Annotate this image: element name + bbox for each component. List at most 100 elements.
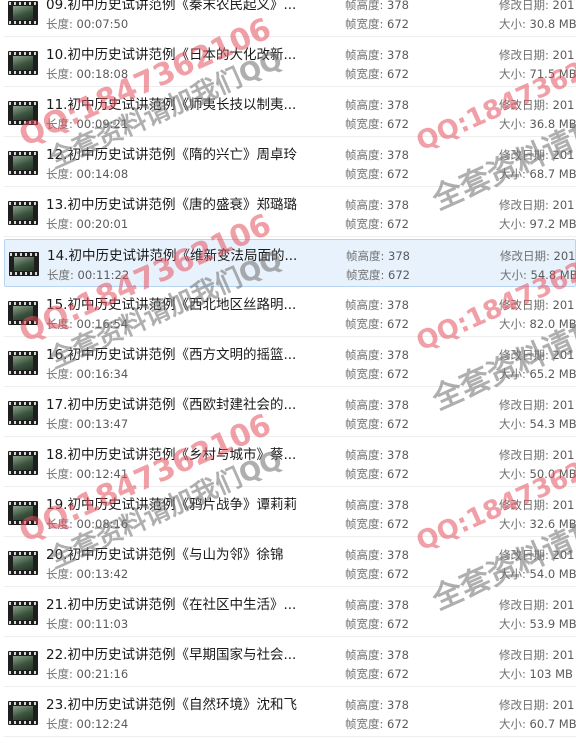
modified-label: 修改日期: bbox=[499, 448, 549, 462]
length-label: 长度: bbox=[46, 617, 73, 631]
file-list: 09.初中历史试讲范例《秦末农民起义》... 长度: 00:07:50 帧高度:… bbox=[0, 0, 576, 743]
length-label: 长度: bbox=[46, 367, 73, 381]
file-row[interactable]: 21.初中历史试讲范例《在社区中生活》... 长度: 00:11:03 帧高度:… bbox=[4, 589, 576, 637]
modified-value: 201 bbox=[552, 398, 575, 412]
modified-value: 201 bbox=[552, 0, 575, 12]
file-size: 大小: 36.8 MB bbox=[499, 116, 576, 132]
file-frame-height: 帧高度: 378 bbox=[346, 248, 410, 264]
file-frame-height: 帧高度: 378 bbox=[345, 347, 409, 363]
frame-height-label: 帧高度: bbox=[345, 598, 384, 612]
modified-label: 修改日期: bbox=[500, 249, 550, 263]
frame-height-label: 帧高度: bbox=[345, 448, 384, 462]
frame-width-label: 帧宽度: bbox=[345, 367, 384, 381]
file-modified: 修改日期: 201 bbox=[499, 397, 576, 413]
file-frame-height: 帧高度: 378 bbox=[345, 297, 409, 313]
file-frame-width: 帧宽度: 672 bbox=[345, 616, 409, 632]
file-modified: 修改日期: 201 bbox=[499, 347, 576, 363]
file-frame-width: 帧宽度: 672 bbox=[345, 366, 409, 382]
modified-label: 修改日期: bbox=[499, 598, 549, 612]
file-row[interactable]: 19.初中历史试讲范例《鸦片战争》谭莉莉 长度: 00:08:16 帧高度: 3… bbox=[4, 489, 576, 537]
file-row[interactable]: 09.初中历史试讲范例《秦末农民起义》... 长度: 00:07:50 帧高度:… bbox=[4, 0, 576, 37]
file-row[interactable]: 20.初中历史试讲范例《与山为邻》徐锦 长度: 00:13:42 帧高度: 37… bbox=[4, 539, 576, 587]
video-file-icon bbox=[9, 252, 39, 276]
file-modified: 修改日期: 201 bbox=[499, 447, 576, 463]
file-frame-height: 帧高度: 378 bbox=[345, 647, 409, 663]
length-value: 00:07:50 bbox=[76, 17, 129, 31]
length-value: 00:08:16 bbox=[76, 517, 129, 531]
file-size: 大小: 71.5 MB bbox=[499, 66, 576, 82]
file-row[interactable]: 10.初中历史试讲范例《日本的大化改新... 长度: 00:18:08 帧高度:… bbox=[4, 39, 576, 87]
length-label: 长度: bbox=[46, 17, 73, 31]
length-value: 00:13:47 bbox=[76, 417, 129, 431]
modified-value: 201 bbox=[552, 498, 575, 512]
file-frame-width: 帧宽度: 672 bbox=[345, 566, 409, 582]
file-length: 长度: 00:08:16 bbox=[46, 516, 128, 532]
size-label: 大小: bbox=[499, 67, 526, 81]
file-row[interactable]: 17.初中历史试讲范例《西欧封建社会的... 长度: 00:13:47 帧高度:… bbox=[4, 389, 576, 437]
file-size: 大小: 103 MB bbox=[499, 666, 576, 682]
file-name: 17.初中历史试讲范例《西欧封建社会的... bbox=[46, 397, 297, 413]
video-file-icon bbox=[8, 1, 38, 25]
file-row[interactable]: 12.初中历史试讲范例《隋的兴亡》周卓玲 长度: 00:14:08 帧高度: 3… bbox=[4, 139, 576, 187]
file-size: 大小: 54.8 MB bbox=[500, 267, 576, 283]
file-row[interactable]: 16.初中历史试讲范例《西方文明的摇篮... 长度: 00:16:34 帧高度:… bbox=[4, 339, 576, 387]
frame-width-label: 帧宽度: bbox=[346, 268, 385, 282]
frame-width-value: 672 bbox=[387, 117, 409, 131]
file-row[interactable]: 18.初中历史试讲范例《乡村与城市》蔡... 长度: 00:12:41 帧高度:… bbox=[4, 439, 576, 487]
frame-width-label: 帧宽度: bbox=[345, 517, 384, 531]
frame-height-label: 帧高度: bbox=[345, 48, 384, 62]
file-row[interactable]: 14.初中历史试讲范例《维新变法局面的... 长度: 00:11:22 帧高度:… bbox=[4, 239, 576, 287]
file-row[interactable]: 23.初中历史试讲范例《自然环境》沈和飞 长度: 00:12:24 帧高度: 3… bbox=[4, 689, 576, 737]
frame-width-value: 672 bbox=[387, 17, 409, 31]
file-name: 19.初中历史试讲范例《鸦片战争》谭莉莉 bbox=[46, 497, 297, 513]
length-label: 长度: bbox=[46, 567, 73, 581]
length-value: 00:16:54 bbox=[76, 317, 129, 331]
size-value: 68.7 MB bbox=[529, 167, 576, 181]
frame-width-label: 帧宽度: bbox=[345, 167, 384, 181]
file-frame-width: 帧宽度: 672 bbox=[345, 66, 409, 82]
size-label: 大小: bbox=[499, 217, 526, 231]
size-value: 71.5 MB bbox=[529, 67, 576, 81]
modified-value: 201 bbox=[552, 448, 575, 462]
size-value: 54.0 MB bbox=[529, 567, 576, 581]
frame-height-value: 378 bbox=[387, 698, 409, 712]
video-file-icon bbox=[8, 651, 38, 675]
frame-width-value: 672 bbox=[387, 167, 409, 181]
file-frame-height: 帧高度: 378 bbox=[345, 447, 409, 463]
file-row[interactable]: 13.初中历史试讲范例《唐的盛衰》郑璐璐 长度: 00:20:01 帧高度: 3… bbox=[4, 189, 576, 237]
file-modified: 修改日期: 201 bbox=[499, 147, 576, 163]
file-row[interactable]: 11.初中历史试讲范例《师夷长技以制夷... 长度: 00:09:21 帧高度:… bbox=[4, 89, 576, 137]
size-label: 大小: bbox=[499, 467, 526, 481]
frame-width-label: 帧宽度: bbox=[345, 317, 384, 331]
video-file-icon bbox=[8, 351, 38, 375]
frame-height-label: 帧高度: bbox=[345, 648, 384, 662]
file-frame-height: 帧高度: 378 bbox=[345, 547, 409, 563]
size-value: 60.7 MB bbox=[529, 717, 576, 731]
frame-height-label: 帧高度: bbox=[345, 348, 384, 362]
file-length: 长度: 00:11:03 bbox=[46, 616, 128, 632]
file-frame-height: 帧高度: 378 bbox=[345, 597, 409, 613]
modified-value: 201 bbox=[552, 348, 575, 362]
video-file-icon bbox=[8, 301, 38, 325]
modified-value: 201 bbox=[552, 598, 575, 612]
file-frame-height: 帧高度: 378 bbox=[345, 197, 409, 213]
file-frame-height: 帧高度: 378 bbox=[345, 497, 409, 513]
file-frame-width: 帧宽度: 672 bbox=[345, 416, 409, 432]
file-name: 12.初中历史试讲范例《隋的兴亡》周卓玲 bbox=[46, 147, 297, 163]
file-name: 15.初中历史试讲范例《西北地区丝路明... bbox=[46, 297, 297, 313]
frame-height-value: 378 bbox=[387, 548, 409, 562]
file-row[interactable]: 15.初中历史试讲范例《西北地区丝路明... 长度: 00:16:54 帧高度:… bbox=[4, 289, 576, 337]
file-name: 11.初中历史试讲范例《师夷长技以制夷... bbox=[46, 97, 297, 113]
frame-height-label: 帧高度: bbox=[345, 298, 384, 312]
file-row[interactable]: 22.初中历史试讲范例《早期国家与社会... 长度: 00:21:16 帧高度:… bbox=[4, 639, 576, 687]
frame-height-label: 帧高度: bbox=[345, 198, 384, 212]
frame-width-value: 672 bbox=[387, 417, 409, 431]
frame-width-value: 672 bbox=[387, 217, 409, 231]
frame-height-value: 378 bbox=[387, 198, 409, 212]
file-name: 14.初中历史试讲范例《维新变法局面的... bbox=[47, 248, 298, 264]
length-value: 00:21:16 bbox=[76, 667, 129, 681]
frame-height-value: 378 bbox=[387, 98, 409, 112]
frame-width-label: 帧宽度: bbox=[345, 567, 384, 581]
video-file-icon bbox=[8, 51, 38, 75]
video-file-icon bbox=[8, 701, 38, 725]
